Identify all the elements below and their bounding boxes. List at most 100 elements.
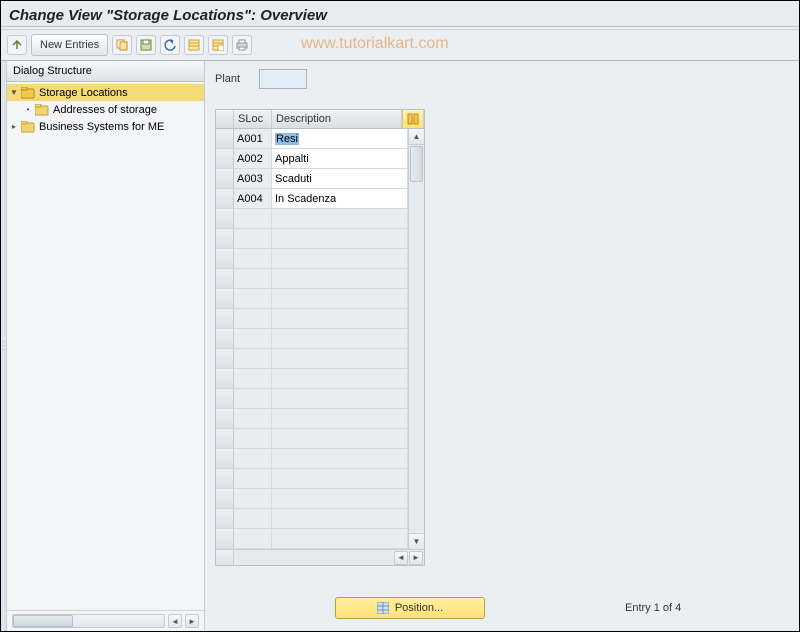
row-select-handle[interactable] [216, 129, 234, 148]
tree-item-2[interactable]: ▸Business Systems for ME [7, 118, 204, 135]
table-row-empty[interactable] [216, 229, 408, 249]
table-vscroll[interactable]: ▲ ▼ [408, 129, 424, 549]
table-row-empty[interactable] [216, 269, 408, 289]
plant-input[interactable] [259, 69, 307, 89]
row-select-handle[interactable] [216, 329, 234, 348]
cell-sloc[interactable] [234, 409, 272, 428]
copy-icon[interactable] [112, 35, 132, 55]
table-row[interactable]: A004In Scadenza [216, 189, 408, 209]
expand-icon[interactable] [7, 35, 27, 55]
cell-sloc[interactable] [234, 529, 272, 548]
new-entries-button[interactable]: New Entries [31, 34, 108, 56]
cell-description[interactable] [272, 469, 408, 488]
table-row-empty[interactable] [216, 509, 408, 529]
row-select-handle[interactable] [216, 229, 234, 248]
cell-sloc[interactable] [234, 369, 272, 388]
cell-sloc[interactable] [234, 209, 272, 228]
cell-description[interactable]: Appalti [272, 149, 408, 168]
table-row-empty[interactable] [216, 309, 408, 329]
cell-description[interactable] [272, 349, 408, 368]
cell-sloc[interactable] [234, 469, 272, 488]
cell-description[interactable] [272, 489, 408, 508]
hscroll-left-icon[interactable]: ◄ [394, 551, 408, 565]
position-button[interactable]: Position... [335, 597, 485, 619]
cell-description[interactable] [272, 509, 408, 528]
deselect-all-icon[interactable] [208, 35, 228, 55]
column-description[interactable]: Description [272, 110, 402, 128]
tree-item-1[interactable]: •Addresses of storage [7, 101, 204, 118]
table-row-empty[interactable] [216, 489, 408, 509]
row-select-handle[interactable] [216, 489, 234, 508]
cell-sloc[interactable] [234, 349, 272, 368]
cell-description[interactable] [272, 209, 408, 228]
sidebar-scroll-left-icon[interactable]: ◄ [168, 614, 182, 628]
cell-description[interactable] [272, 449, 408, 468]
cell-description[interactable] [272, 329, 408, 348]
cell-sloc[interactable] [234, 249, 272, 268]
print-icon[interactable] [232, 35, 252, 55]
cell-description[interactable]: Resi [272, 129, 408, 148]
row-select-handle[interactable] [216, 149, 234, 168]
select-all-icon[interactable] [184, 35, 204, 55]
table-row[interactable]: A002Appalti [216, 149, 408, 169]
table-row[interactable]: A001Resi [216, 129, 408, 149]
cell-description[interactable] [272, 229, 408, 248]
cell-sloc[interactable] [234, 489, 272, 508]
cell-description[interactable] [272, 389, 408, 408]
tree-expand-icon[interactable]: ▸ [9, 122, 19, 131]
row-select-handle[interactable] [216, 529, 234, 548]
vscroll-thumb[interactable] [410, 146, 423, 182]
cell-sloc[interactable] [234, 389, 272, 408]
tree-expand-icon[interactable]: • [23, 105, 33, 114]
left-splitter[interactable]: ··· [1, 61, 7, 631]
row-select-handle[interactable] [216, 389, 234, 408]
scroll-up-icon[interactable]: ▲ [409, 129, 424, 145]
row-select-handle[interactable] [216, 249, 234, 268]
tree-item-0[interactable]: ▼Storage Locations [7, 84, 204, 101]
footer-select-header[interactable] [216, 550, 234, 565]
cell-sloc[interactable] [234, 429, 272, 448]
table-row-empty[interactable] [216, 469, 408, 489]
tree-expand-icon[interactable]: ▼ [9, 88, 19, 97]
column-sloc[interactable]: SLoc [234, 110, 272, 128]
cell-sloc[interactable]: A002 [234, 149, 272, 168]
cell-sloc[interactable]: A003 [234, 169, 272, 188]
table-row-empty[interactable] [216, 249, 408, 269]
cell-sloc[interactable] [234, 449, 272, 468]
cell-sloc[interactable] [234, 329, 272, 348]
row-select-header[interactable] [216, 110, 234, 128]
cell-description[interactable] [272, 409, 408, 428]
row-select-handle[interactable] [216, 209, 234, 228]
sidebar-hscroll-thumb[interactable] [13, 615, 73, 627]
cell-description[interactable] [272, 309, 408, 328]
row-select-handle[interactable] [216, 189, 234, 208]
cell-sloc[interactable] [234, 309, 272, 328]
table-row-empty[interactable] [216, 289, 408, 309]
table-row-empty[interactable] [216, 329, 408, 349]
cell-sloc[interactable] [234, 269, 272, 288]
row-select-handle[interactable] [216, 169, 234, 188]
table-row-empty[interactable] [216, 449, 408, 469]
cell-description[interactable] [272, 369, 408, 388]
cell-sloc[interactable]: A004 [234, 189, 272, 208]
row-select-handle[interactable] [216, 409, 234, 428]
row-select-handle[interactable] [216, 349, 234, 368]
cell-description[interactable] [272, 269, 408, 288]
sidebar-scroll-right-icon[interactable]: ► [185, 614, 199, 628]
cell-description[interactable]: Scaduti [272, 169, 408, 188]
cell-description[interactable] [272, 289, 408, 308]
cell-description[interactable] [272, 249, 408, 268]
row-select-handle[interactable] [216, 449, 234, 468]
cell-description[interactable] [272, 529, 408, 548]
scroll-down-icon[interactable]: ▼ [409, 533, 424, 549]
row-select-handle[interactable] [216, 289, 234, 308]
table-row-empty[interactable] [216, 529, 408, 549]
sidebar-hscroll-track[interactable] [12, 614, 165, 628]
cell-sloc[interactable] [234, 229, 272, 248]
row-select-handle[interactable] [216, 369, 234, 388]
table-hscroll[interactable]: ◄ ► [234, 550, 424, 565]
table-row-empty[interactable] [216, 369, 408, 389]
cell-sloc[interactable] [234, 509, 272, 528]
cell-sloc[interactable] [234, 289, 272, 308]
row-select-handle[interactable] [216, 269, 234, 288]
